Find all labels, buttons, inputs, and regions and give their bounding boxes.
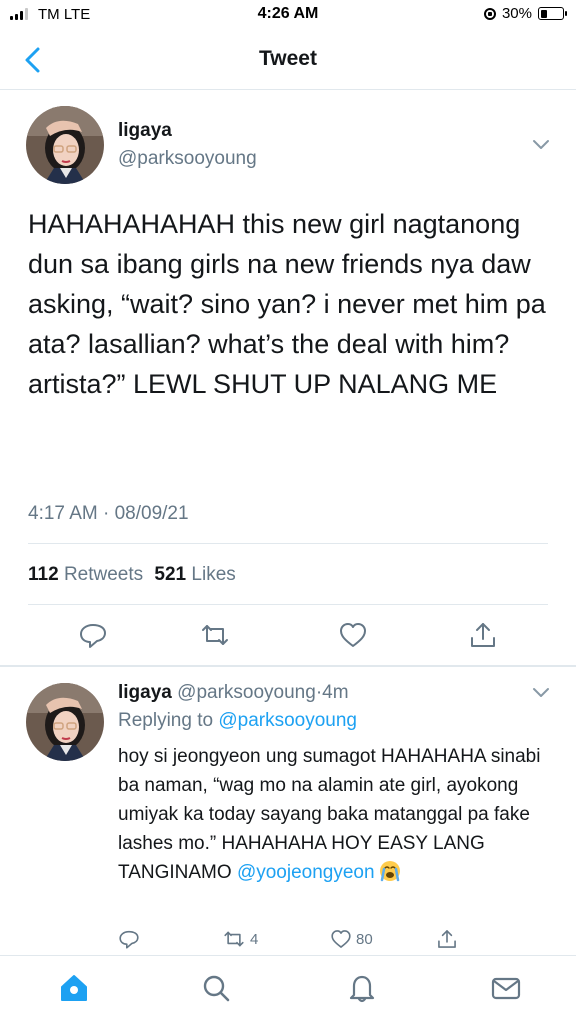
battery-level bbox=[540, 9, 547, 18]
reply-author-handle[interactable]: @parksooyoung bbox=[177, 682, 316, 703]
tweet-actions bbox=[0, 615, 576, 655]
retweets-count: 112 bbox=[28, 564, 59, 585]
replying-prefix: Replying to bbox=[118, 710, 214, 731]
page-title: Tweet bbox=[259, 47, 317, 70]
chevron-down-icon[interactable] bbox=[532, 139, 550, 151]
likes-label[interactable]: Likes bbox=[191, 564, 235, 585]
reply-age: 4m bbox=[322, 682, 349, 703]
replying-to: Replying to @parksooyoung bbox=[118, 710, 357, 732]
mention-link[interactable]: @yoojeongyeon bbox=[237, 862, 375, 883]
reply-icon bbox=[119, 930, 139, 949]
reply-author-name[interactable]: ligaya bbox=[118, 682, 172, 703]
messages-icon[interactable] bbox=[490, 972, 522, 1004]
reply-text-block: hoy si jeongyeon ung sumagot HAHAHAHA si… bbox=[118, 742, 558, 887]
reply-retweet-count: 4 bbox=[250, 930, 259, 948]
reply-avatar[interactable] bbox=[26, 683, 104, 761]
avatar[interactable] bbox=[26, 106, 104, 184]
reply-actions: 4 80 bbox=[0, 928, 576, 956]
reply-header: ligaya @parksooyoung·4m bbox=[118, 682, 349, 704]
divider bbox=[28, 543, 548, 544]
reply-like-action[interactable]: 80 bbox=[330, 928, 373, 950]
replying-to-link[interactable]: @parksooyoung bbox=[218, 710, 357, 731]
retweet-icon bbox=[224, 931, 244, 947]
status-bar: TM LTE 4:26 AM 30% bbox=[0, 0, 576, 30]
reply-reply-action[interactable] bbox=[118, 928, 140, 950]
divider bbox=[28, 604, 548, 605]
chevron-down-icon[interactable] bbox=[532, 687, 550, 699]
like-icon[interactable] bbox=[338, 620, 368, 650]
tweet-text: HAHAHAHAHAH this new girl nagtanong dun … bbox=[28, 209, 546, 399]
reply-like-count: 80 bbox=[356, 930, 373, 948]
author-handle[interactable]: @parksooyoung bbox=[118, 148, 257, 170]
share-icon bbox=[438, 930, 456, 948]
retweets-label[interactable]: Retweets bbox=[64, 564, 143, 585]
likes-count: 521 bbox=[154, 564, 187, 585]
status-right: 30% bbox=[483, 5, 567, 22]
divider bbox=[0, 665, 576, 667]
home-icon[interactable] bbox=[58, 972, 90, 1004]
reply-share-action[interactable] bbox=[436, 928, 458, 950]
notifications-icon[interactable] bbox=[346, 972, 378, 1004]
like-icon bbox=[331, 930, 351, 948]
share-icon[interactable] bbox=[468, 620, 498, 650]
battery-percent: 30% bbox=[501, 5, 532, 22]
tweet-timestamp: 4:17 AM · 08/09/21 bbox=[28, 503, 189, 524]
nav-bar: Tweet bbox=[0, 30, 576, 90]
tab-bar bbox=[0, 955, 576, 1024]
tweet-stats: 112 Retweets 521 Likes bbox=[28, 564, 236, 586]
crying-face-icon bbox=[379, 861, 400, 882]
orientation-lock-icon bbox=[483, 7, 496, 20]
reply-icon[interactable] bbox=[78, 620, 108, 650]
retweet-icon[interactable] bbox=[200, 620, 230, 650]
battery-icon bbox=[538, 7, 567, 20]
search-icon[interactable] bbox=[200, 972, 232, 1004]
author-name[interactable]: ligaya bbox=[118, 120, 172, 142]
reply-retweet-action[interactable]: 4 bbox=[222, 928, 258, 950]
